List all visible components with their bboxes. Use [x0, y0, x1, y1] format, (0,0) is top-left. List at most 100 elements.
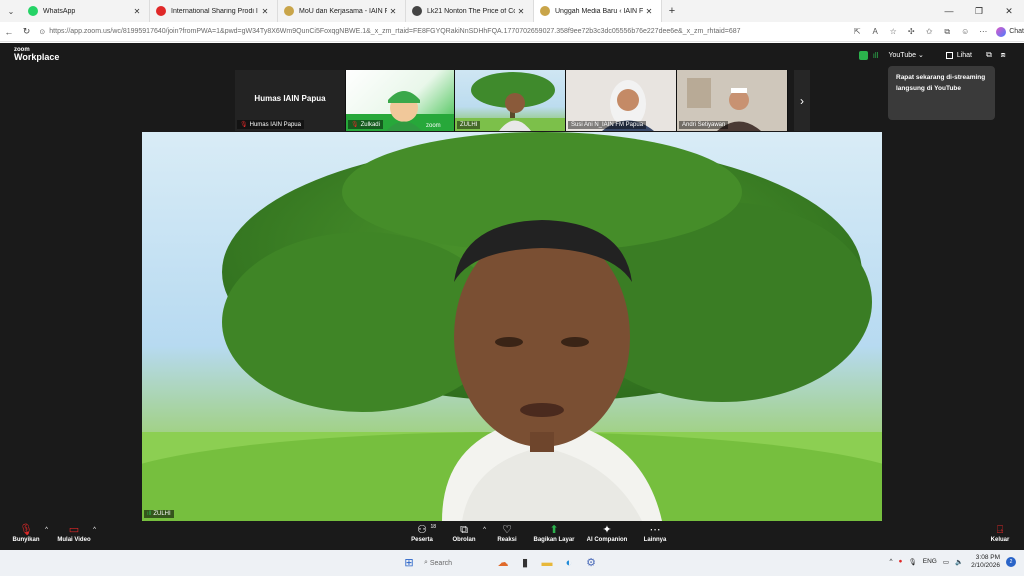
- participant-center-name: Humas IAIN Papua: [254, 94, 326, 103]
- network-icon[interactable]: ▭: [943, 558, 949, 566]
- recording-dot-icon: [156, 6, 166, 16]
- read-aloud-icon[interactable]: A: [866, 27, 884, 36]
- minimize-icon[interactable]: —: [934, 6, 964, 16]
- close-icon[interactable]: ✕: [387, 7, 399, 16]
- participant-name-label: ZULHI: [457, 121, 481, 129]
- site-favicon-icon: [284, 6, 294, 16]
- browser-toolbar: ⇱ A ☆ ✣ ✩ ⧉ ☺ ⋯: [848, 27, 992, 37]
- zoom-workplace-logo: zoom Workplace: [14, 47, 59, 62]
- leave-door-icon: ⍈: [996, 524, 1004, 536]
- participant-gallery: Humas IAIN Papua 🎙 Humas IAIN Papua zoom …: [235, 70, 788, 131]
- extensions-icon[interactable]: ✣: [902, 27, 920, 36]
- clock-date: 2/10/2026: [971, 561, 1000, 569]
- tray-chevron-icon[interactable]: ^: [889, 558, 892, 565]
- youtube-stream-dropdown[interactable]: YouTube ⌄: [888, 51, 923, 59]
- participant-tile-zulhi[interactable]: ZULHI: [455, 70, 566, 131]
- restore-icon[interactable]: ❐: [964, 6, 994, 17]
- browser-tab-strip: ⌄ WhatsApp ✕ International Sharing Prodi…: [0, 0, 1024, 22]
- participant-name-label: Andri Setiyawan: [679, 121, 729, 129]
- close-icon[interactable]: ✕: [643, 7, 655, 16]
- tab-whatsapp[interactable]: WhatsApp ✕: [22, 0, 150, 22]
- network-signal-icon[interactable]: ıll: [873, 51, 879, 60]
- video-options-chevron-icon[interactable]: ^: [93, 527, 96, 533]
- taskbar-search[interactable]: ⌕ Search: [424, 555, 484, 571]
- tab-title: WhatsApp: [43, 7, 76, 15]
- participant-tile-andri[interactable]: Andri Setiyawan: [677, 70, 788, 131]
- start-video-button[interactable]: ▭ Mulai Video ^: [48, 523, 100, 543]
- zoom-meeting-window: zoom Workplace ıll YouTube ⌄ Lihat ⧉ ⧈ R…: [0, 43, 1024, 550]
- site-favicon-icon: [412, 6, 422, 16]
- grid-icon: [945, 51, 953, 59]
- chat-label: Chat: [1009, 28, 1024, 35]
- view-button[interactable]: Lihat: [945, 51, 972, 59]
- participant-tile-zulkadi[interactable]: zoom 🎙 Zulkadi: [346, 70, 455, 131]
- tab-list-chevron-icon[interactable]: ⌄: [0, 7, 22, 16]
- more-icon[interactable]: ⋯: [974, 27, 992, 36]
- windows-taskbar: ⊞ ⌕ Search ☁ ▮ ▬ ◐ ⚙ ^ ● 🎙 ENG ▭ 🔈 3:08 …: [0, 550, 1024, 576]
- speaker-name-label: ıll ZULHI: [144, 510, 174, 518]
- tab-mou-kerjasama[interactable]: MoU dan Kerjasama - IAIN Fattah ✕: [278, 0, 406, 22]
- encryption-shield-icon[interactable]: [858, 50, 868, 60]
- more-dots-icon: ⋯: [649, 524, 661, 536]
- settings-gear-icon[interactable]: ⚙: [580, 554, 602, 572]
- back-icon[interactable]: ←: [0, 27, 18, 37]
- collections-icon[interactable]: ⧉: [938, 27, 956, 37]
- whatsapp-icon: [28, 6, 38, 16]
- copilot-chat-button[interactable]: Chat: [996, 26, 1024, 37]
- mic-muted-icon: 🎙: [240, 122, 248, 128]
- tray-mic-icon[interactable]: 🎙: [908, 558, 916, 566]
- gallery-next-page-chevron-icon[interactable]: ›: [794, 70, 810, 131]
- file-explorer-icon[interactable]: ▬: [536, 554, 558, 572]
- zoom-app-icon[interactable]: ⇱: [848, 27, 866, 36]
- task-view-icon[interactable]: ▮: [514, 554, 536, 572]
- more-button[interactable]: ⋯ Lainnya: [629, 523, 681, 543]
- participant-tile-humas[interactable]: Humas IAIN Papua 🎙 Humas IAIN Papua: [235, 70, 346, 131]
- favorites-icon[interactable]: ✩: [920, 27, 938, 36]
- unmute-button[interactable]: 🎙 Bunyikan ^: [0, 523, 52, 543]
- windows-start-icon[interactable]: ⊞: [398, 554, 420, 572]
- close-icon[interactable]: ✕: [131, 7, 143, 16]
- new-tab-button[interactable]: +: [662, 5, 682, 17]
- tab-international-sharing[interactable]: International Sharing Prodi I ✕: [150, 0, 278, 22]
- fullscreen-icon[interactable]: ⧈: [996, 50, 1010, 60]
- ai-companion-button[interactable]: ✦ AI Companion: [581, 523, 633, 543]
- close-window-icon[interactable]: ✕: [994, 6, 1024, 17]
- tab-lk21[interactable]: Lk21 Nonton The Price of Confes ✕: [406, 0, 534, 22]
- tray-app-icon[interactable]: ●: [899, 558, 903, 565]
- taskbar-clock[interactable]: 3:08 PM 2/10/2026: [971, 554, 1000, 570]
- reactions-button[interactable]: ♡ Reaksi: [481, 523, 533, 543]
- active-speaker-video[interactable]: ıll ZULHI: [142, 132, 882, 521]
- speaker-video-frame: [142, 132, 882, 521]
- picture-in-picture-icon[interactable]: ⧉: [982, 50, 996, 60]
- leave-button[interactable]: ⍈ Keluar: [974, 523, 1024, 543]
- copilot-icon: [996, 26, 1007, 37]
- reload-icon[interactable]: ↻: [18, 26, 36, 37]
- url-input[interactable]: ⊙ https://app.zoom.us/wc/81995917640/joi…: [35, 24, 842, 39]
- share-screen-button[interactable]: ⬆ Bagikan Layar: [528, 523, 580, 543]
- edge-browser-icon[interactable]: ◐: [558, 554, 580, 572]
- close-icon[interactable]: ✕: [259, 7, 271, 16]
- taskbar-apps: ⊞ ⌕ Search ☁ ▮ ▬ ◐ ⚙: [398, 554, 602, 572]
- mic-muted-icon: 🎙: [351, 122, 359, 128]
- participant-tile-susi[interactable]: Susi Ani N_IAIN FM Papua: [566, 70, 677, 131]
- notification-badge[interactable]: 2: [1006, 556, 1016, 567]
- widgets-icon[interactable]: ☁: [492, 554, 514, 572]
- close-icon[interactable]: ✕: [515, 7, 527, 16]
- tab-unggah-media[interactable]: Unggah Media Baru ‹ IAIN Fattah ✕: [534, 0, 662, 22]
- url-text: https://app.zoom.us/wc/81995917640/join?…: [49, 28, 741, 35]
- system-tray: ^ ● 🎙 ENG ▭ 🔈 3:08 PM 2/10/2026 2: [883, 554, 1016, 570]
- profile-icon[interactable]: ☺: [956, 27, 974, 36]
- share-screen-icon: ⬆: [549, 524, 559, 536]
- participant-name-label: Susi Ani N_IAIN FM Papua: [568, 121, 647, 129]
- tab-title: MoU dan Kerjasama - IAIN Fattah: [299, 7, 387, 15]
- meeting-top-controls: ıll YouTube ⌄ Lihat ⧉ ⧈: [858, 50, 1010, 60]
- meeting-toolbar: 🎙 Bunyikan ^ ▭ Mulai Video ^ ⚇ Peserta 1…: [0, 521, 1024, 550]
- favorite-icon[interactable]: ☆: [884, 27, 902, 36]
- volume-icon[interactable]: 🔈: [955, 558, 963, 566]
- language-indicator[interactable]: ENG: [923, 558, 937, 565]
- browser-address-bar: ← ↻ ⊙ https://app.zoom.us/wc/81995917640…: [0, 22, 1024, 42]
- sparkle-icon: ✦: [602, 524, 612, 536]
- tab-title: International Sharing Prodi I: [171, 7, 258, 15]
- site-info-icon[interactable]: ⊙: [39, 28, 45, 36]
- clock-time: 3:08 PM: [975, 554, 1000, 561]
